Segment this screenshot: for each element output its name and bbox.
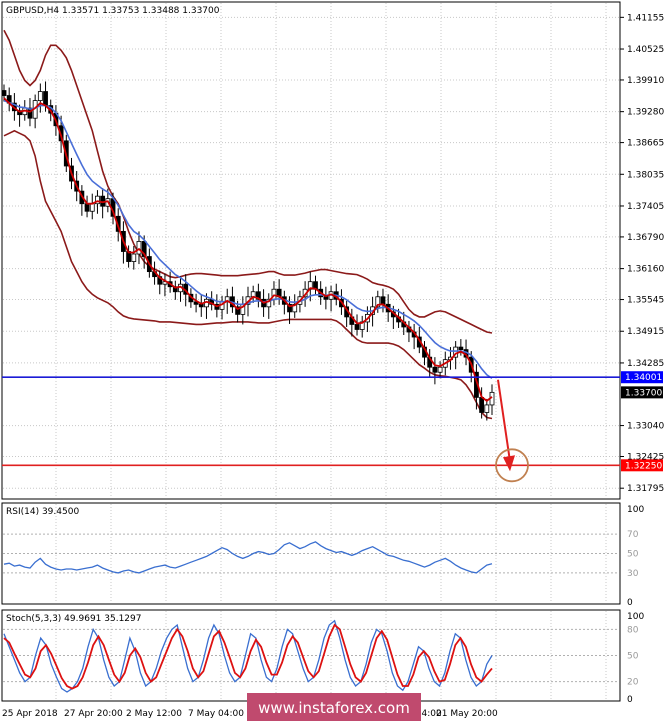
stoch-tick-label: 80 <box>627 625 639 635</box>
forex-chart: GBPUSD,H4 1.33571 1.33753 1.33488 1.3370… <box>1 1 664 721</box>
x-tick-label: 7 May 04:00 <box>188 709 244 719</box>
y-tick-label: 1.38665 <box>627 139 664 149</box>
stoch-axis: 100 80 50 20 0 <box>627 612 644 705</box>
symbol-title: GBPUSD,H4 1.33571 1.33753 1.33488 1.3370… <box>6 6 220 16</box>
price-axis: 1.41155 1.40525 1.39910 1.39280 1.38665 1.380… <box>620 13 664 494</box>
stoch-signal <box>3 623 493 690</box>
y-tick-label: 1.36160 <box>627 265 664 275</box>
bullish-candle <box>437 366 443 373</box>
stoch-tick-label: 100 <box>627 612 644 622</box>
bullish-candle <box>89 203 95 212</box>
y-tick-label: 1.35545 <box>627 296 664 306</box>
y-tick-label: 1.33040 <box>627 422 664 432</box>
rsi-grid <box>3 504 619 603</box>
rsi-tick-label: 0 <box>627 598 633 608</box>
stoch-tick-label: 50 <box>627 652 639 662</box>
rsi-tick-label: 30 <box>627 569 639 579</box>
stoch-tick-label: 0 <box>627 695 633 705</box>
rsi-tick-label: 100 <box>627 505 644 515</box>
bullish-candle <box>136 241 142 255</box>
rsi-series <box>3 541 493 574</box>
horizontal-levels: 1.34001 1.33700 1.32250 <box>2 371 663 472</box>
bearish-candle <box>84 203 90 212</box>
y-tick-label: 1.37405 <box>627 202 664 212</box>
moving-averages <box>3 97 493 403</box>
y-tick-label: 1.34915 <box>627 327 664 337</box>
ma-red-line <box>3 97 493 403</box>
bearish-candle <box>1 90 7 96</box>
y-tick-label: 1.32425 <box>627 453 664 463</box>
bullish-candle <box>37 91 43 101</box>
bearish-candle <box>479 396 485 413</box>
y-tick-label: 1.34285 <box>627 359 664 369</box>
price-label: 1.34001 <box>625 373 662 383</box>
x-tick-label: 25 Apr 2018 <box>2 709 58 719</box>
watermark: www.instaforex.com <box>258 699 410 717</box>
arrow-head <box>503 455 515 472</box>
main-price-grid <box>3 3 619 498</box>
stoch-label: Stoch(5,3,3) 49.9691 35.1297 <box>6 614 141 624</box>
y-tick-label: 1.41155 <box>627 13 664 23</box>
candlesticks <box>1 81 495 421</box>
bullish-candle <box>131 253 137 262</box>
y-tick-label: 1.39280 <box>627 108 664 118</box>
x-tick-label: 27 Apr 20:00 <box>64 709 123 719</box>
price-label: 1.33700 <box>625 388 662 398</box>
x-tick-label: 21 May 20:00 <box>436 709 498 719</box>
rsi-tick-label: 70 <box>627 530 639 540</box>
price-label: 1.32250 <box>625 461 662 471</box>
rsi-tick-label: 50 <box>627 550 639 560</box>
x-tick-label: 2 May 12:00 <box>126 709 182 719</box>
rsi-label: RSI(14) 39.4500 <box>6 507 79 517</box>
y-tick-label: 1.36790 <box>627 233 664 243</box>
y-tick-label: 1.38035 <box>627 170 664 180</box>
bearish-candle <box>380 296 386 305</box>
rsi-line <box>3 541 493 574</box>
rsi-axis: 100 70 50 30 0 <box>627 505 644 608</box>
y-tick-label: 1.31795 <box>627 484 664 494</box>
y-tick-label: 1.40525 <box>627 45 664 55</box>
stoch-tick-label: 20 <box>627 678 639 688</box>
bearish-candle <box>354 324 360 330</box>
bearish-candle <box>43 91 48 107</box>
bollinger-bands <box>3 29 493 420</box>
bullish-candle <box>484 404 490 413</box>
y-tick-label: 1.39910 <box>627 76 664 86</box>
stoch-grid <box>3 611 619 700</box>
main-price-panel <box>1 1 621 500</box>
bearish-candle <box>458 346 464 351</box>
bearish-candle <box>432 366 438 373</box>
